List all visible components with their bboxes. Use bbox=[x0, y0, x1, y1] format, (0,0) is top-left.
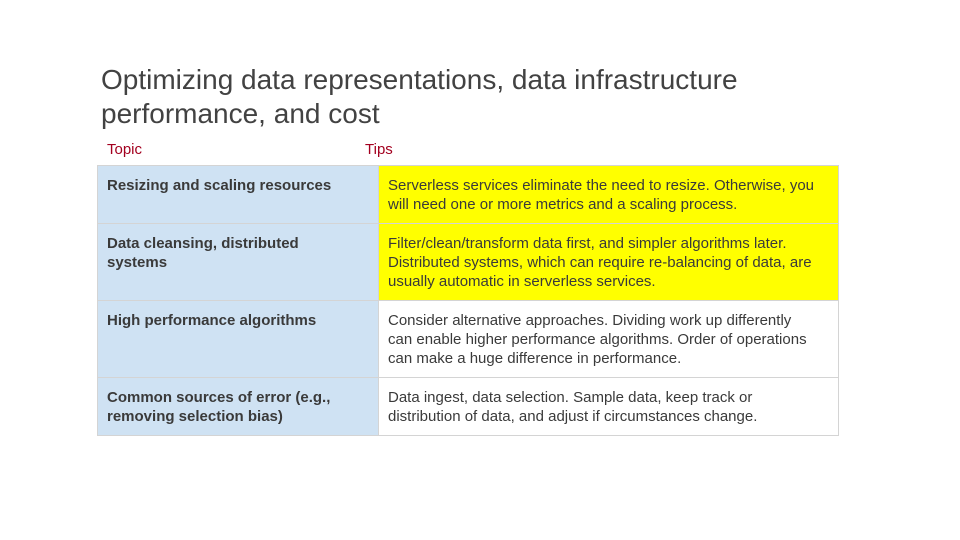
topic-column-header: Topic bbox=[107, 141, 143, 158]
tip-line: Data ingest, data selection. Sample data… bbox=[388, 389, 753, 406]
topic-line: systems bbox=[107, 254, 168, 271]
topic-line: Resizing and scaling resources bbox=[107, 177, 332, 194]
slide-title-line-2: performance, and cost bbox=[101, 98, 380, 129]
topic-line: High performance algorithms bbox=[107, 312, 317, 329]
topic-cell: Data cleansing, distributed systems bbox=[97, 223, 379, 301]
table-row: Common sources of error (e.g., removing … bbox=[97, 377, 839, 436]
topic-line: Common sources of error (e.g., bbox=[107, 389, 331, 406]
tip-line: will need one or more metrics and a scal… bbox=[388, 196, 738, 213]
tip-line: Distributed systems, which can require r… bbox=[388, 254, 812, 271]
tip-line: distribution of data, and adjust if circ… bbox=[388, 408, 758, 425]
tip-cell: Data ingest, data selection. Sample data… bbox=[378, 377, 839, 436]
table-row: Resizing and scaling resources Serverles… bbox=[97, 165, 839, 224]
tip-cell: Consider alternative approaches. Dividin… bbox=[378, 300, 839, 378]
tip-line: Filter/clean/transform data first, and s… bbox=[388, 235, 787, 252]
tip-cell: Filter/clean/transform data first, and s… bbox=[378, 223, 839, 301]
tip-line: Serverless services eliminate the need t… bbox=[388, 177, 815, 194]
tip-line: can make a huge difference in performanc… bbox=[388, 350, 682, 367]
topic-cell: Common sources of error (e.g., removing … bbox=[97, 377, 379, 436]
topic-cell: High performance algorithms bbox=[97, 300, 379, 378]
table-row: Data cleansing, distributed systems Filt… bbox=[97, 223, 839, 301]
tip-cell: Serverless services eliminate the need t… bbox=[378, 165, 839, 224]
tip-line: Consider alternative approaches. Dividin… bbox=[388, 312, 792, 329]
topic-line: Data cleansing, distributed bbox=[107, 235, 299, 252]
table-row: High performance algorithms Consider alt… bbox=[97, 300, 839, 378]
tips-column-header: Tips bbox=[365, 141, 393, 158]
slide-title-line-1: Optimizing data representations, data in… bbox=[101, 64, 738, 95]
tips-table: Resizing and scaling resources Serverles… bbox=[97, 165, 839, 436]
topic-line: removing selection bias) bbox=[107, 408, 283, 425]
tip-line: usually automatic in serverless services… bbox=[388, 273, 656, 290]
topic-cell: Resizing and scaling resources bbox=[97, 165, 379, 224]
slide-title: Optimizing data representations, data in… bbox=[101, 63, 861, 131]
tip-line: can enable higher performance algorithms… bbox=[388, 331, 807, 348]
